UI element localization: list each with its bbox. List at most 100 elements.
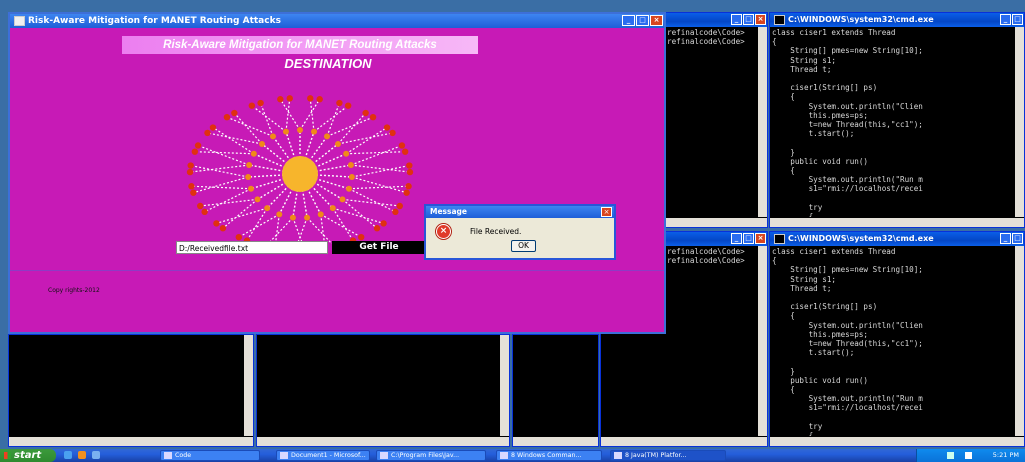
- cmd-icon: [774, 14, 785, 25]
- vertical-scrollbar[interactable]: [758, 246, 767, 436]
- maximize-icon[interactable]: □: [743, 233, 754, 244]
- leaf-node: [357, 233, 365, 241]
- maximize-icon[interactable]: □: [636, 15, 649, 26]
- vertical-scrollbar[interactable]: [1015, 246, 1024, 436]
- router-node: [324, 133, 331, 140]
- window-title: C:\WINDOWS\system32\cmd.exe: [788, 234, 934, 243]
- vertical-scrollbar[interactable]: [758, 27, 767, 217]
- console-window[interactable]: C:\WINDOWS\system32\cmd.exe _ □ class cis…: [769, 231, 1025, 447]
- leaf-node: [344, 102, 352, 109]
- network-diagram: [186, 95, 414, 244]
- network-link: [326, 102, 340, 137]
- network-link: [351, 164, 410, 178]
- leaf-node: [219, 225, 227, 232]
- window-titlebar[interactable]: Risk-Aware Mitigation for MANET Routing …: [10, 14, 664, 28]
- message-dialog[interactable]: Message × × File Received. OK: [424, 204, 616, 260]
- media-icon[interactable]: [92, 451, 100, 459]
- vertical-scrollbar[interactable]: [1015, 27, 1024, 217]
- close-icon[interactable]: ×: [755, 14, 766, 25]
- close-icon[interactable]: ×: [601, 207, 612, 217]
- get-file-button[interactable]: Get File: [332, 241, 426, 254]
- vertical-scrollbar[interactable]: [500, 335, 509, 436]
- router-node: [345, 185, 352, 192]
- network-link: [216, 207, 268, 224]
- network-link: [233, 112, 263, 145]
- console-window[interactable]: [256, 334, 510, 447]
- router-node: [254, 196, 261, 203]
- leaf-node: [235, 233, 243, 241]
- leaf-node: [231, 109, 238, 117]
- taskbar: start Code Document1 - Microsof... C:\Pr…: [0, 449, 1025, 462]
- system-tray: 5:21 PM: [916, 449, 1025, 462]
- leaf-node: [213, 220, 220, 227]
- network-link: [260, 102, 274, 137]
- maximize-icon[interactable]: □: [743, 14, 754, 25]
- leaf-node: [204, 129, 211, 137]
- horizontal-scrollbar[interactable]: [257, 437, 509, 446]
- file-path-field[interactable]: D:/Receivedfile.txt: [176, 241, 328, 254]
- horizontal-scrollbar[interactable]: [601, 437, 767, 446]
- minimize-icon[interactable]: _: [622, 15, 635, 26]
- leaf-node: [257, 99, 264, 107]
- console-output: refinalcode\Code> refinalcode\Code>: [667, 28, 745, 47]
- console-window[interactable]: [512, 334, 599, 447]
- ie-icon[interactable]: [64, 451, 72, 459]
- router-node: [317, 211, 324, 218]
- horizontal-scrollbar[interactable]: [770, 218, 1024, 227]
- network-link: [348, 185, 409, 190]
- taskbar-item-cmd[interactable]: C:\Program Files\Jav...: [376, 450, 486, 461]
- dialog-message: File Received.: [470, 227, 522, 236]
- window-titlebar[interactable]: C:\WINDOWS\system32\cmd.exe _ □: [770, 13, 1024, 27]
- taskbar-item-word[interactable]: Document1 - Microsof...: [276, 450, 370, 461]
- network-link: [350, 144, 403, 166]
- window-title: Risk-Aware Mitigation for MANET Routing …: [28, 16, 281, 26]
- leaf-node: [194, 142, 202, 149]
- minimize-icon[interactable]: _: [731, 14, 742, 25]
- network-link: [191, 185, 252, 190]
- network-link: [351, 176, 407, 194]
- console-output: class ciser1 extends Thread { String[] p…: [772, 28, 923, 217]
- leaf-node: [406, 168, 414, 176]
- network-link: [279, 98, 301, 131]
- horizontal-scrollbar[interactable]: [513, 437, 598, 446]
- console-window[interactable]: C:\WINDOWS\system32\cmd.exe _ □ class cis…: [769, 12, 1025, 228]
- ok-button[interactable]: OK: [511, 240, 536, 252]
- horizontal-scrollbar[interactable]: [9, 437, 253, 446]
- leaf-node: [396, 202, 403, 210]
- network-link: [204, 188, 252, 213]
- console-window[interactable]: [8, 334, 254, 447]
- network-link: [320, 213, 362, 238]
- maximize-icon[interactable]: □: [1012, 14, 1023, 25]
- horizontal-scrollbar[interactable]: [770, 437, 1024, 446]
- leaf-node: [186, 168, 194, 176]
- network-link: [299, 98, 321, 131]
- leaf-node: [398, 142, 406, 149]
- minimize-icon[interactable]: _: [1000, 233, 1011, 244]
- vertical-scrollbar[interactable]: [244, 335, 253, 436]
- firefox-icon[interactable]: [78, 451, 86, 459]
- minimize-icon[interactable]: _: [731, 233, 742, 244]
- minimize-icon[interactable]: _: [1000, 14, 1011, 25]
- network-link: [212, 127, 255, 155]
- close-icon[interactable]: ×: [755, 233, 766, 244]
- window-titlebar[interactable]: C:\WINDOWS\system32\cmd.exe _ □: [770, 232, 1024, 246]
- dialog-titlebar[interactable]: Message: [426, 206, 614, 218]
- java-app-window[interactable]: Risk-Aware Mitigation for MANET Routing …: [8, 12, 666, 334]
- router-node: [311, 128, 318, 135]
- network-link: [309, 98, 315, 132]
- router-node: [269, 133, 276, 140]
- maximize-icon[interactable]: □: [1012, 233, 1023, 244]
- router-node: [335, 140, 342, 147]
- start-button[interactable]: start: [0, 449, 56, 462]
- destination-node: [282, 156, 318, 192]
- network-icon[interactable]: [947, 452, 954, 459]
- volume-icon[interactable]: [965, 452, 972, 459]
- network-link: [222, 198, 258, 229]
- taskbar-item-windows-command[interactable]: 8 Windows Comman...: [496, 450, 602, 461]
- taskbar-item-java[interactable]: 8 Java(TM) Platfor...: [610, 450, 726, 461]
- network-link: [285, 98, 291, 132]
- taskbar-item-code[interactable]: Code: [160, 450, 260, 461]
- router-node: [329, 205, 336, 212]
- leaf-node: [369, 113, 377, 121]
- close-icon[interactable]: ×: [650, 15, 663, 26]
